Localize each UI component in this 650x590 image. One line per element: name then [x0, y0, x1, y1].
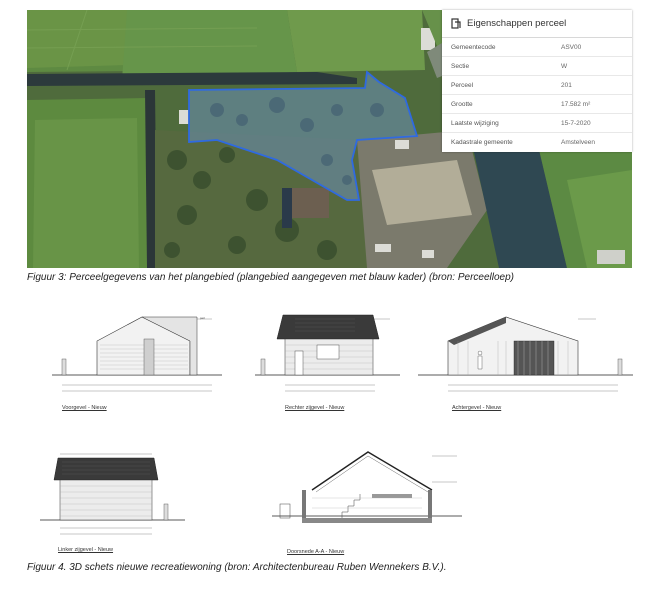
drawing-doorsnede [272, 442, 472, 542]
property-row-kadastrale-gemeente: Kadastrale gemeente Amstelveen [442, 133, 632, 152]
property-value: Amstelveen [561, 139, 595, 146]
achtergevel-label: Achtergevel - Nieuw [452, 405, 502, 411]
property-value: 15-7-2020 [561, 119, 591, 127]
property-panel: Eigenschappen perceel Gemeentecode ASV00… [442, 10, 632, 152]
property-value: 17.582 m² [561, 100, 591, 108]
doorsnede-label: Doorsnede A-A - Nieuw [287, 549, 345, 555]
property-value: 201 [561, 81, 572, 89]
property-label: Gemeentecode [451, 43, 496, 51]
drawing-voorgevel: peil [52, 305, 232, 400]
property-label: Perceel [451, 81, 474, 89]
drawing-rechter-zijgevel [255, 305, 405, 400]
property-row-sectie: Sectie W [442, 57, 632, 76]
property-row-perceel: Perceel 201 [442, 76, 632, 95]
property-panel-title: Eigenschappen perceel [467, 18, 567, 29]
property-row-laatste-wijziging: Laatste wijziging 15-7-2020 [442, 114, 632, 133]
property-label: Sectie [451, 62, 470, 70]
property-row-grootte: Grootte 17.582 m² [442, 95, 632, 114]
figure-4-caption: Figuur 4. 3D schets nieuwe recreatiewoni… [27, 562, 447, 573]
property-label: Kadastrale gemeente [451, 139, 513, 146]
drawing-achtergevel [418, 305, 638, 400]
drawing-linker-zijgevel [40, 448, 190, 543]
linker-zijgevel-label: Linker zijgevel - Nieuw [58, 547, 114, 553]
property-label: Grootte [451, 100, 473, 108]
parcel-icon [451, 18, 461, 29]
property-row-gemeentecode: Gemeentecode ASV00 [442, 38, 632, 57]
property-panel-header: Eigenschappen perceel [442, 10, 632, 38]
rechter-zijgevel-label: Rechter zijgevel - Nieuw [285, 405, 345, 411]
property-value: ASV00 [561, 43, 582, 51]
property-label: Laatste wijziging [451, 119, 499, 127]
voorgevel-label: Voorgevel - Nieuw [62, 405, 107, 411]
figure-3-caption: Figuur 3: Perceelgegevens van het plange… [27, 272, 514, 283]
svg-text:peil: peil [200, 316, 205, 320]
property-value: W [561, 62, 568, 70]
